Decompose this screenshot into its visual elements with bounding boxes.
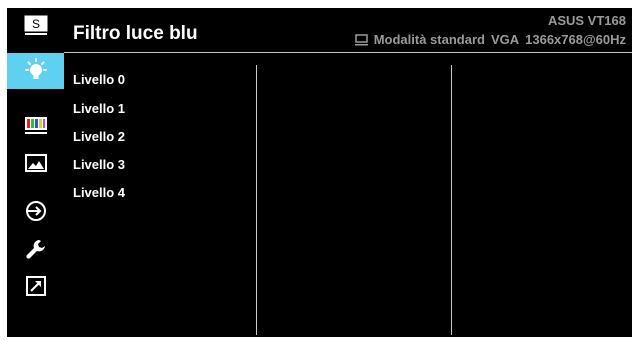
mode-status: Modalità standard xyxy=(373,32,485,47)
menu-item-level-4[interactable]: Livello 4 xyxy=(73,185,125,200)
column-divider xyxy=(451,65,452,335)
menu-item-level-3[interactable]: Livello 3 xyxy=(73,157,125,172)
monitor-icon xyxy=(354,33,368,45)
color-bars-icon xyxy=(24,117,47,134)
input-select-icon xyxy=(25,201,46,221)
sidebar-item-shortcut[interactable] xyxy=(7,268,64,304)
status-bar: Modalità standard VGA 1366x768@60Hz xyxy=(354,32,626,47)
sidebar-item-blue-light[interactable] xyxy=(7,53,64,89)
menu-item-level-2[interactable]: Livello 2 xyxy=(73,129,125,144)
model-name: ASUS VT168 xyxy=(547,13,626,28)
sidebar-item-input[interactable] xyxy=(7,193,64,229)
column-divider xyxy=(256,65,257,335)
osd-menu: S Filtro luce blu ASUS VT168 Modalità st… xyxy=(7,8,632,337)
menu-item-level-0[interactable]: Livello 0 xyxy=(73,72,125,87)
resolution-status: 1366x768@60Hz xyxy=(525,32,626,47)
blue-light-icon xyxy=(24,58,47,79)
sidebar-item-system[interactable] xyxy=(7,231,64,267)
splendid-s-icon: S xyxy=(24,15,47,35)
wrench-icon xyxy=(25,240,45,259)
image-icon xyxy=(24,154,47,172)
sidebar-item-color[interactable] xyxy=(7,108,64,144)
sidebar: S xyxy=(7,8,64,337)
input-status: VGA xyxy=(490,32,520,47)
menu-item-level-1[interactable]: Livello 1 xyxy=(73,101,125,116)
shortcut-icon xyxy=(25,276,46,296)
header: Filtro luce blu ASUS VT168 Modalità stan… xyxy=(64,8,632,52)
page-title: Filtro luce blu xyxy=(73,23,198,44)
svg-text:S: S xyxy=(31,17,39,31)
sidebar-item-image[interactable] xyxy=(7,145,64,181)
sidebar-item-splendid[interactable]: S xyxy=(7,8,64,44)
menu-content: Livello 0 Livello 1 Livello 2 Livello 3 … xyxy=(64,53,632,337)
